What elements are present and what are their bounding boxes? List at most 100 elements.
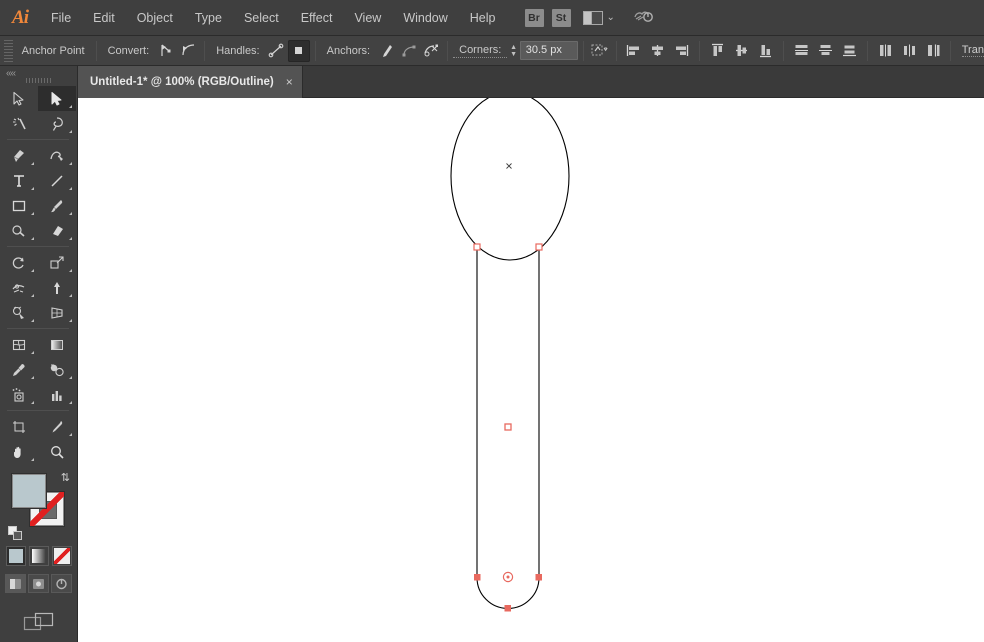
align-top-icon[interactable] xyxy=(706,40,729,62)
distribute-vertical-center-icon[interactable] xyxy=(814,40,837,62)
default-fill-stroke-icon[interactable] xyxy=(8,526,22,540)
tool-group-indicator xyxy=(31,269,34,272)
anchor-point-selected[interactable] xyxy=(535,574,543,581)
menu-help[interactable]: Help xyxy=(459,0,507,36)
anchor-point[interactable] xyxy=(473,243,481,251)
arrange-documents-icon[interactable] xyxy=(0,609,77,635)
ellipse-path[interactable] xyxy=(450,98,570,261)
blend-tool[interactable] xyxy=(38,357,76,382)
menu-object[interactable]: Object xyxy=(126,0,184,36)
magic-wand-tool[interactable] xyxy=(0,111,38,136)
shape-builder-tool[interactable] xyxy=(0,300,38,325)
align-horizontal-center-icon[interactable] xyxy=(646,40,669,62)
transform-panel-label[interactable]: Tran xyxy=(961,44,984,57)
menu-view[interactable]: View xyxy=(343,0,392,36)
anchor-point-selected[interactable] xyxy=(504,605,512,612)
width-tool[interactable] xyxy=(0,275,38,300)
tools-panel-grip[interactable] xyxy=(26,78,52,83)
distribute-horizontal-center-icon[interactable] xyxy=(898,40,921,62)
shaper-tool[interactable] xyxy=(0,218,38,243)
corners-stepper[interactable]: ▲ ▼ xyxy=(507,40,519,62)
perspective-grid-tool[interactable] xyxy=(38,300,76,325)
show-handles-icon[interactable] xyxy=(266,40,288,62)
gradient-swatch-button[interactable] xyxy=(28,546,49,566)
bridge-button[interactable]: Br xyxy=(524,8,544,27)
tools-panel-header: «« xyxy=(0,66,77,86)
cut-path-at-anchors-icon[interactable] xyxy=(420,40,442,62)
zoom-tool[interactable] xyxy=(38,439,76,464)
workspace-switcher[interactable]: ⌄ xyxy=(582,10,615,25)
eyedropper-tool[interactable] xyxy=(0,357,38,382)
close-icon[interactable]: × xyxy=(286,76,293,88)
align-left-icon[interactable] xyxy=(622,40,645,62)
curvature-tool[interactable] xyxy=(38,143,76,168)
control-bar: Anchor Point Convert: Handles: Anchors: … xyxy=(0,36,984,66)
divider xyxy=(866,40,868,61)
pen-tool[interactable] xyxy=(0,143,38,168)
paintbrush-tool[interactable] xyxy=(38,193,76,218)
symbol-sprayer-tool[interactable] xyxy=(0,382,38,407)
control-bar-grip[interactable] xyxy=(4,39,13,62)
collapse-panel-icon[interactable]: «« xyxy=(6,68,16,79)
gradient-tool[interactable] xyxy=(38,332,76,357)
convert-to-smooth-icon[interactable] xyxy=(177,40,199,62)
column-graph-tool[interactable] xyxy=(38,382,76,407)
tool-group-indicator xyxy=(69,130,72,133)
search-cloud-icon[interactable] xyxy=(633,8,653,28)
menu-type[interactable]: Type xyxy=(184,0,233,36)
scale-tool[interactable] xyxy=(38,250,76,275)
divider xyxy=(314,40,316,61)
anchor-point-selected[interactable] xyxy=(474,574,481,581)
corners-radius-input[interactable]: 30.5 px xyxy=(519,41,578,60)
stock-button[interactable]: St xyxy=(551,8,571,27)
distribute-left-icon[interactable] xyxy=(874,40,897,62)
hide-handles-icon[interactable] xyxy=(287,39,310,62)
tool-group-indicator xyxy=(69,401,72,404)
menu-window[interactable]: Window xyxy=(392,0,458,36)
align-bottom-icon[interactable] xyxy=(754,40,777,62)
remove-anchor-icon[interactable] xyxy=(376,40,398,62)
rotate-tool[interactable] xyxy=(0,250,38,275)
free-transform-tool[interactable] xyxy=(38,275,76,300)
isolate-selected-object-icon[interactable] xyxy=(589,40,611,62)
menu-edit[interactable]: Edit xyxy=(82,0,126,36)
normal-screen-mode-button[interactable] xyxy=(5,574,26,593)
type-tool[interactable] xyxy=(0,168,38,193)
tools-panel: «« ⇅ xyxy=(0,66,78,642)
slice-tool[interactable] xyxy=(38,414,76,439)
swap-fill-stroke-icon[interactable]: ⇅ xyxy=(61,471,70,484)
line-segment-tool[interactable] xyxy=(38,168,76,193)
tool-group-indicator xyxy=(31,212,34,215)
stepper-up-icon[interactable]: ▲ xyxy=(510,44,517,51)
document-tab[interactable]: Untitled-1* @ 100% (RGB/Outline) × xyxy=(78,66,303,98)
fill-swatch[interactable] xyxy=(12,474,46,508)
convert-to-corner-icon[interactable] xyxy=(155,40,177,62)
hand-tool[interactable] xyxy=(0,439,38,464)
artboard-canvas[interactable] xyxy=(78,98,984,642)
align-right-icon[interactable] xyxy=(670,40,693,62)
full-screen-mode-button[interactable] xyxy=(51,574,72,593)
selection-tool[interactable] xyxy=(0,86,38,111)
mesh-tool[interactable] xyxy=(0,332,38,357)
full-screen-menu-bar-mode-button[interactable] xyxy=(28,574,49,593)
none-swatch-button[interactable] xyxy=(51,546,72,566)
distribute-right-icon[interactable] xyxy=(922,40,945,62)
connect-anchors-icon[interactable] xyxy=(398,40,420,62)
menu-file[interactable]: File xyxy=(40,0,82,36)
lasso-tool[interactable] xyxy=(38,111,76,136)
distribute-bottom-icon[interactable] xyxy=(838,40,861,62)
color-swatch-button[interactable] xyxy=(5,546,26,566)
stepper-down-icon[interactable]: ▼ xyxy=(510,51,517,58)
color-mode-buttons xyxy=(0,546,77,566)
align-vertical-center-icon[interactable] xyxy=(730,40,753,62)
rectangle-tool[interactable] xyxy=(0,193,38,218)
distribute-top-icon[interactable] xyxy=(790,40,813,62)
artboard-tool[interactable] xyxy=(0,414,38,439)
convert-label: Convert: xyxy=(107,44,150,57)
eraser-tool[interactable] xyxy=(38,218,76,243)
anchors-label: Anchors: xyxy=(326,44,371,57)
anchor-point[interactable] xyxy=(535,243,543,251)
menu-effect[interactable]: Effect xyxy=(290,0,344,36)
direct-selection-tool[interactable] xyxy=(38,86,76,111)
menu-select[interactable]: Select xyxy=(233,0,290,36)
